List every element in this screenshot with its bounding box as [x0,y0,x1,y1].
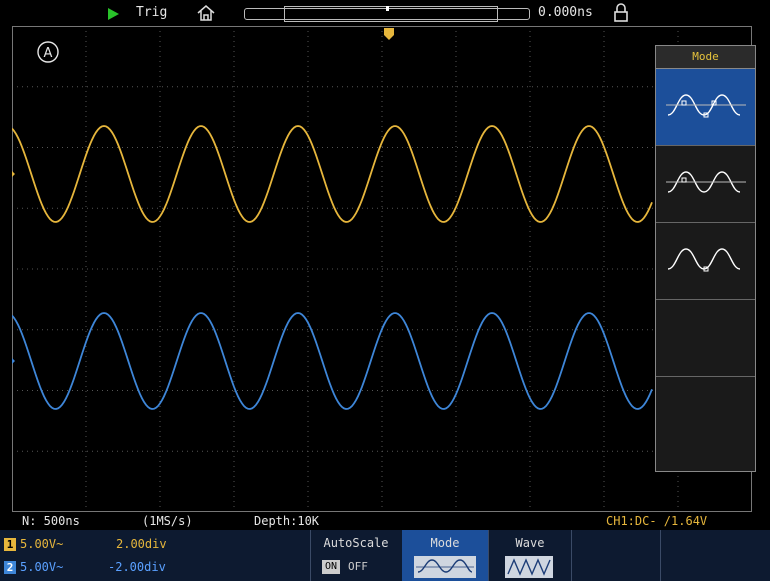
record-points: N: 500ns [22,514,80,528]
run-icon[interactable] [108,8,119,20]
autoscale-on-badge[interactable]: ON [322,560,340,574]
lock-icon [614,3,628,22]
home-icon[interactable] [196,4,216,22]
graticule: A [12,26,752,512]
ch1-offset: 2.00div [116,537,167,551]
sample-rate: (1MS/s) [142,514,193,528]
softkey-divider [660,530,661,581]
timeline-view-window[interactable] [284,6,498,22]
memory-depth: Depth:10K [254,514,320,528]
mode-option-1[interactable] [656,69,755,146]
ch2-volts-div: 5.00V~ [20,560,64,574]
mode-softkey-label: Mode [430,536,460,550]
trigger-position-marker[interactable] [384,28,394,40]
mode-waveform-icon [414,556,476,578]
waveform-mode-2-icon [666,171,746,193]
ch1-badge[interactable]: 1 [4,538,16,551]
timeline-trigger-marker [386,6,389,11]
waveform-mode-3-icon [667,248,741,272]
ch2-badge[interactable]: 2 [4,561,16,574]
trigger-state: Trig [136,5,168,20]
autoscale-off-text[interactable]: OFF [348,560,368,573]
ch2-offset: -2.00div [108,560,166,574]
top-status-bar: Trig 0.000ns [0,0,770,26]
mode-menu: Mode [655,45,756,472]
waveform-mode-1-icon [666,94,746,118]
mode-option-5[interactable] [656,377,755,453]
softkey-divider [571,530,572,581]
waveform-display[interactable]: A [12,26,752,512]
autoscale-label: AutoScale [323,536,389,550]
marker-a-label: A [44,46,53,61]
mode-option-3[interactable] [656,223,755,300]
mode-menu-title: Mode [656,46,755,69]
mode-option-4[interactable] [656,300,755,377]
mode-softkey[interactable]: Mode [402,530,488,581]
wave-icon [505,556,553,578]
mode-option-2[interactable] [656,146,755,223]
ch1-volts-div: 5.00V~ [20,537,64,551]
wave-softkey-label: Wave [515,536,545,550]
wave-softkey[interactable]: Wave [489,530,571,581]
acquisition-status-line: N: 500ns (1MS/s) Depth:10K CH1:DC- /1.64… [0,512,770,530]
ch2-waveform [12,312,653,410]
trigger-info: CH1:DC- /1.64V [606,514,708,528]
ch1-waveform [12,125,653,223]
horizontal-position-readout: 0.000ns [538,5,593,20]
